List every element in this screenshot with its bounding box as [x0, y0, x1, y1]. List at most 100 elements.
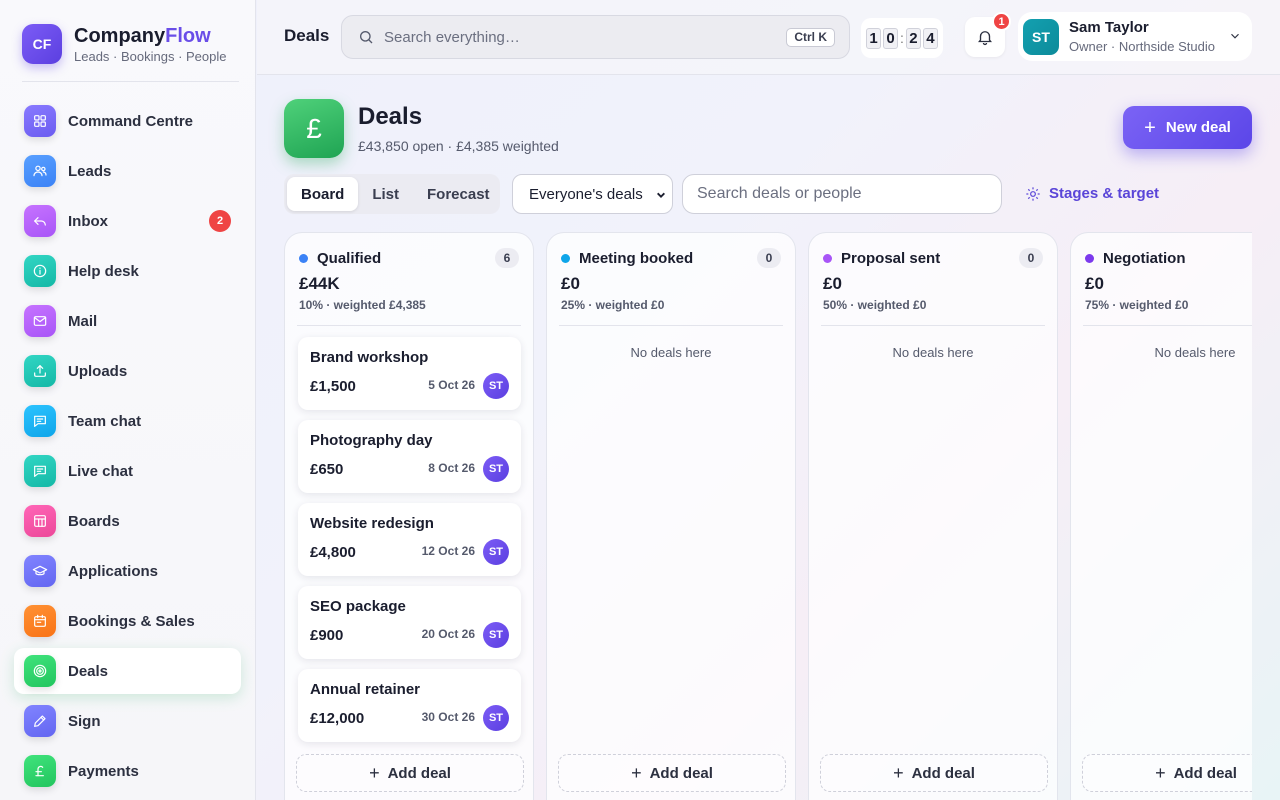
tab-list[interactable]: List: [358, 177, 413, 211]
sidebar-item-label: Payments: [68, 762, 139, 780]
add-deal-button[interactable]: + Add deal: [296, 754, 524, 792]
tab-board[interactable]: Board: [287, 177, 359, 211]
add-deal-button[interactable]: + Add deal: [1082, 754, 1252, 792]
add-deal-label: Add deal: [387, 764, 451, 782]
stage-name: Meeting booked: [579, 249, 694, 267]
add-deal-label: Add deal: [911, 764, 975, 782]
sidebar-item-label: Command Centre: [68, 112, 194, 130]
chat-icon: [24, 405, 56, 437]
clock-separator: :: [900, 30, 904, 46]
stage-count: 0: [1019, 248, 1043, 268]
sidebar-item-applications[interactable]: Applications: [14, 548, 241, 594]
add-deal-button[interactable]: + Add deal: [820, 754, 1048, 792]
info-icon: [24, 255, 56, 287]
clock-digit: 4: [922, 27, 938, 49]
topbar-title: Deals: [284, 26, 330, 45]
deal-amount: £1,500: [310, 378, 356, 395]
bell-icon: [978, 31, 992, 46]
stage-column-qualified: Qualified 6 £44K 10% · weighted £4,385 Brand…: [284, 232, 534, 800]
deal-card[interactable]: Website redesign £4,800 12 Oct 26 ST: [298, 503, 521, 576]
page-title: Deals: [358, 103, 423, 130]
sidebar-item-label: Applications: [68, 562, 159, 580]
mail-icon: [24, 305, 56, 337]
chevron-down-icon: [657, 192, 665, 198]
empty-state: No deals here: [892, 345, 974, 360]
sidebar-item-deals[interactable]: Deals: [14, 648, 241, 694]
deal-close-date: 8 Oct 26: [428, 461, 475, 475]
deal-name: Brand workshop: [310, 349, 429, 366]
chat-icon: [24, 455, 56, 487]
owner-filter-value: Everyone's deals: [529, 185, 643, 203]
target-icon: [24, 655, 56, 687]
add-deal-label: Add deal: [649, 764, 713, 782]
clock-digit: 1: [866, 27, 882, 49]
stage-divider: [559, 325, 783, 326]
user-name: Sam Taylor: [1069, 19, 1149, 36]
user-role: Owner · Northside Studio: [1069, 39, 1215, 54]
sidebar-item-bookings-sales[interactable]: Bookings & Sales: [14, 598, 241, 644]
deal-card[interactable]: Brand workshop £1,500 5 Oct 26 ST: [298, 337, 521, 410]
notification-badge: 1: [992, 12, 1011, 31]
sidebar-item-leads[interactable]: Leads: [14, 148, 241, 194]
pound-icon: £: [284, 99, 344, 158]
stage-name: Negotiation: [1103, 249, 1186, 267]
clock-digit: 0: [883, 27, 899, 49]
stage-divider: [821, 325, 1045, 326]
plus-icon: +: [893, 762, 904, 783]
upload-icon: [24, 355, 56, 387]
sidebar-item-inbox[interactable]: Inbox 2: [14, 198, 241, 244]
new-deal-button[interactable]: + New deal: [1123, 106, 1252, 149]
deal-card[interactable]: SEO package £900 20 Oct 26 ST: [298, 586, 521, 659]
sidebar-item-payments[interactable]: Payments: [14, 748, 241, 794]
users-icon: [24, 155, 56, 187]
stage-weighted: 25% · weighted £0: [561, 298, 665, 312]
sidebar-item-team-chat[interactable]: Team chat: [14, 398, 241, 444]
stage-dot: [1085, 253, 1094, 263]
deal-amount: £4,800: [310, 544, 356, 561]
avatar: ST: [483, 705, 509, 731]
deal-name: Website redesign: [310, 515, 434, 532]
chevron-down-icon: [1231, 33, 1239, 39]
empty-state: No deals here: [1154, 345, 1236, 360]
notifications-button[interactable]: 1: [965, 12, 1011, 57]
deal-close-date: 20 Oct 26: [421, 627, 475, 641]
sidebar-item-live-chat[interactable]: Live chat: [14, 448, 241, 494]
brand[interactable]: CF CompanyFlow Leads · Bookings · People: [22, 24, 226, 64]
sidebar-item-uploads[interactable]: Uploads: [14, 348, 241, 394]
sidebar: CF CompanyFlow Leads · Bookings · People…: [0, 0, 256, 800]
stage-column-meeting-booked: Meeting booked 0 £0 25% · weighted £0 No dea…: [546, 232, 796, 800]
sidebar-item-command-centre[interactable]: Command Centre: [14, 98, 241, 144]
plus-icon: +: [1155, 762, 1166, 783]
sidebar-item-label: Help desk: [68, 262, 139, 280]
sidebar-item-boards[interactable]: Boards: [14, 498, 241, 544]
sidebar-item-label: Deals: [68, 662, 109, 680]
sidebar-item-help-desk[interactable]: Help desk: [14, 248, 241, 294]
stage-name: Proposal sent: [841, 249, 941, 267]
brand-name: CompanyFlow: [74, 24, 211, 47]
add-deal-button[interactable]: + Add deal: [558, 754, 786, 792]
calendar-icon: [24, 605, 56, 637]
sidebar-item-mail[interactable]: Mail: [14, 298, 241, 344]
topbar: Deals Search everything… Ctrl K 1 0 : 2 …: [257, 0, 1280, 75]
deal-name: Annual retainer: [310, 681, 421, 698]
sidebar-item-sign[interactable]: Sign: [14, 698, 241, 744]
sidebar-item-label: Mail: [68, 312, 98, 330]
avatar: ST: [483, 622, 509, 648]
global-search-input[interactable]: Search everything… Ctrl K: [341, 15, 850, 59]
brand-logo: CF: [22, 24, 62, 64]
stage-name: Qualified: [317, 249, 382, 267]
shortcut-hint: Ctrl K: [786, 28, 835, 47]
tab-forecast[interactable]: Forecast: [413, 177, 504, 211]
deal-card[interactable]: Annual retainer £12,000 30 Oct 26 ST: [298, 669, 521, 742]
stage-count: 6: [495, 248, 519, 268]
board-icon: [24, 505, 56, 537]
stage-column-negotiation: Negotiation0£075% · weighted £0No deals …: [1070, 232, 1252, 800]
deal-close-date: 12 Oct 26: [421, 544, 475, 558]
owner-filter-select[interactable]: Everyone's deals: [512, 174, 673, 214]
stage-total: £0: [823, 274, 842, 293]
stages-target-link[interactable]: Stages & target: [1025, 185, 1159, 202]
deal-search-input[interactable]: Search deals or people: [682, 174, 1002, 214]
avatar: ST: [483, 373, 509, 399]
user-menu[interactable]: ST Sam Taylor Owner · Northside Studio: [1018, 12, 1252, 61]
deal-card[interactable]: Photography day £650 8 Oct 26 ST: [298, 420, 521, 493]
